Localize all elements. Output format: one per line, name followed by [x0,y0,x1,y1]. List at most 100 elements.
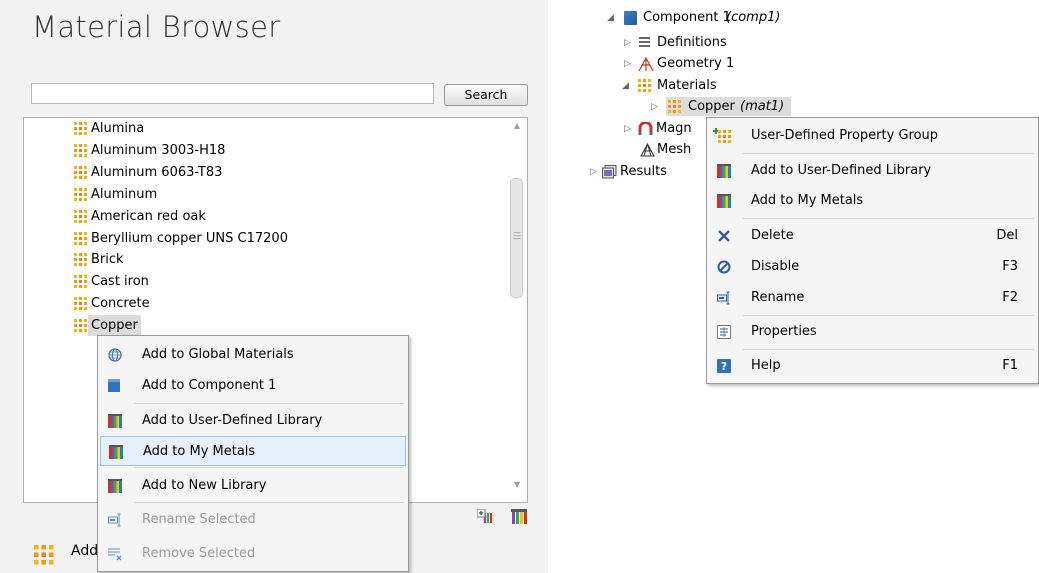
menu-item-rename-selected[interactable]: Rename Selected [100,505,406,535]
list-item-label: Aluminum [91,187,158,202]
grip-icon: — — — [513,228,521,243]
properties-icon [717,325,731,339]
tree-node-label: Results [620,164,667,179]
rename-icon [108,513,121,527]
menu-item-label: Disable [751,259,800,274]
menu-item-remove-selected[interactable]: Remove Selected [100,539,406,569]
material-icon [74,297,87,310]
geometry-icon [638,57,654,72]
menu-item-add-my-metals[interactable]: Add to My Metals [709,186,1036,216]
menu-item-help[interactable]: ? Help F1 [709,351,1036,381]
list-item-label: Brick [91,252,124,267]
material-icon [74,122,87,135]
tree-node-label: Materials [657,78,717,93]
menu-item-shortcut: Del [996,228,1018,243]
expanded-triangle-icon: ◢ [622,81,629,91]
material-icon [668,100,681,113]
search-input[interactable] [31,83,434,104]
menu-item-label: Add to User-Defined Library [142,413,323,428]
library-icon [108,479,122,493]
library-icon [108,414,122,428]
material-icon [74,210,87,223]
materials-icon [638,79,651,92]
menu-item-add-new-library[interactable]: Add to New Library [100,471,406,501]
tree-node-label: Definitions [657,35,727,50]
menu-item-label: Add to New Library [142,478,267,493]
library-icon [717,194,731,208]
expanded-triangle-icon: ◢ [607,13,614,23]
material-icon [34,545,54,565]
component-icon [108,379,122,393]
material-icon [74,166,87,179]
tree-node-tag: (mat1) [740,99,785,114]
results-icon [602,165,617,179]
menu-separator [743,153,1034,154]
search-button[interactable]: Search [444,84,528,106]
menu-item-label: Help [751,358,781,373]
library-icon [717,164,731,178]
tree-context-menu: User-Defined Property Group Add to User-… [706,117,1039,384]
menu-item-label: Properties [751,324,817,339]
mesh-icon [640,143,655,157]
disable-icon [717,260,731,274]
collapsed-triangle-icon: ▷ [624,124,631,134]
definitions-icon [639,37,650,47]
material-icon [74,319,87,332]
menu-item-label: Add to User-Defined Library [751,163,932,178]
tree-node-label: Magn [656,121,692,136]
menu-separator [134,403,404,404]
list-item-label: American red oak [91,209,206,224]
menu-item-label: Add to Global Materials [142,347,294,362]
help-icon: ? [717,359,731,373]
remove-list-icon [108,548,122,561]
menu-item-label: Add to My Metals [143,444,256,459]
page-title: Material Browser [32,10,281,44]
library-icon[interactable] [511,509,527,525]
menu-separator [743,349,1034,350]
menu-item-rename[interactable]: Rename F2 [709,283,1036,313]
menu-item-shortcut: F3 [1002,259,1018,274]
menu-item-delete[interactable]: Delete Del [709,221,1036,251]
tree-node-label: Geometry 1 [657,56,735,71]
menu-item-label: User-Defined Property Group [751,128,939,143]
collapsed-triangle-icon: ▷ [624,59,631,69]
material-icon [74,144,87,157]
list-item-label: Copper [88,315,141,336]
menu-item-user-defined-property-group[interactable]: User-Defined Property Group [709,121,1036,151]
list-item-label: Aluminum 3003-H18 [91,143,226,158]
menu-separator [134,502,404,503]
menu-item-label: Add to Component 1 [142,378,277,393]
scroll-down-arrow-icon[interactable]: ▼ [507,480,527,492]
menu-item-add-user-library[interactable]: Add to User-Defined Library [100,406,406,436]
add-property-group-icon [713,128,731,143]
menu-item-add-global-materials[interactable]: Add to Global Materials [100,340,406,370]
list-item-label: Alumina [91,121,145,136]
scroll-up-arrow-icon[interactable]: ▲ [507,121,527,133]
menu-item-properties[interactable]: Properties [709,317,1036,347]
magnet-icon [638,122,653,135]
menu-item-add-my-metals[interactable]: Add to My Metals [100,436,406,466]
tree-node-label: Copper [688,99,735,114]
material-icon [74,253,87,266]
browser-context-menu: Add to Global Materials Add to Component… [97,335,409,572]
menu-item-shortcut: F2 [1002,290,1018,305]
list-item-label: Aluminum 6063-T83 [91,165,223,180]
menu-item-label: Rename Selected [142,512,256,527]
menu-item-disable[interactable]: Disable F3 [709,252,1036,282]
new-library-icon[interactable] [477,509,495,525]
list-item-label: Beryllium copper UNS C17200 [91,231,288,246]
add-material-label[interactable]: Add [71,543,98,559]
menu-item-label: Add to My Metals [751,193,864,208]
collapsed-triangle-icon: ▷ [624,38,631,48]
menu-separator [134,467,404,468]
menu-item-add-user-library[interactable]: Add to User-Defined Library [709,156,1036,186]
menu-separator [743,218,1034,219]
menu-item-label: Remove Selected [142,546,256,561]
menu-item-add-component[interactable]: Add to Component 1 [100,371,406,401]
tree-node-label: Mesh [657,142,692,157]
library-icon [109,445,123,459]
svg-text:?: ? [721,360,727,373]
tree-node-label: Component 1 [643,10,731,25]
menu-item-label: Rename [751,290,805,305]
collapsed-triangle-icon: ▷ [651,102,658,112]
